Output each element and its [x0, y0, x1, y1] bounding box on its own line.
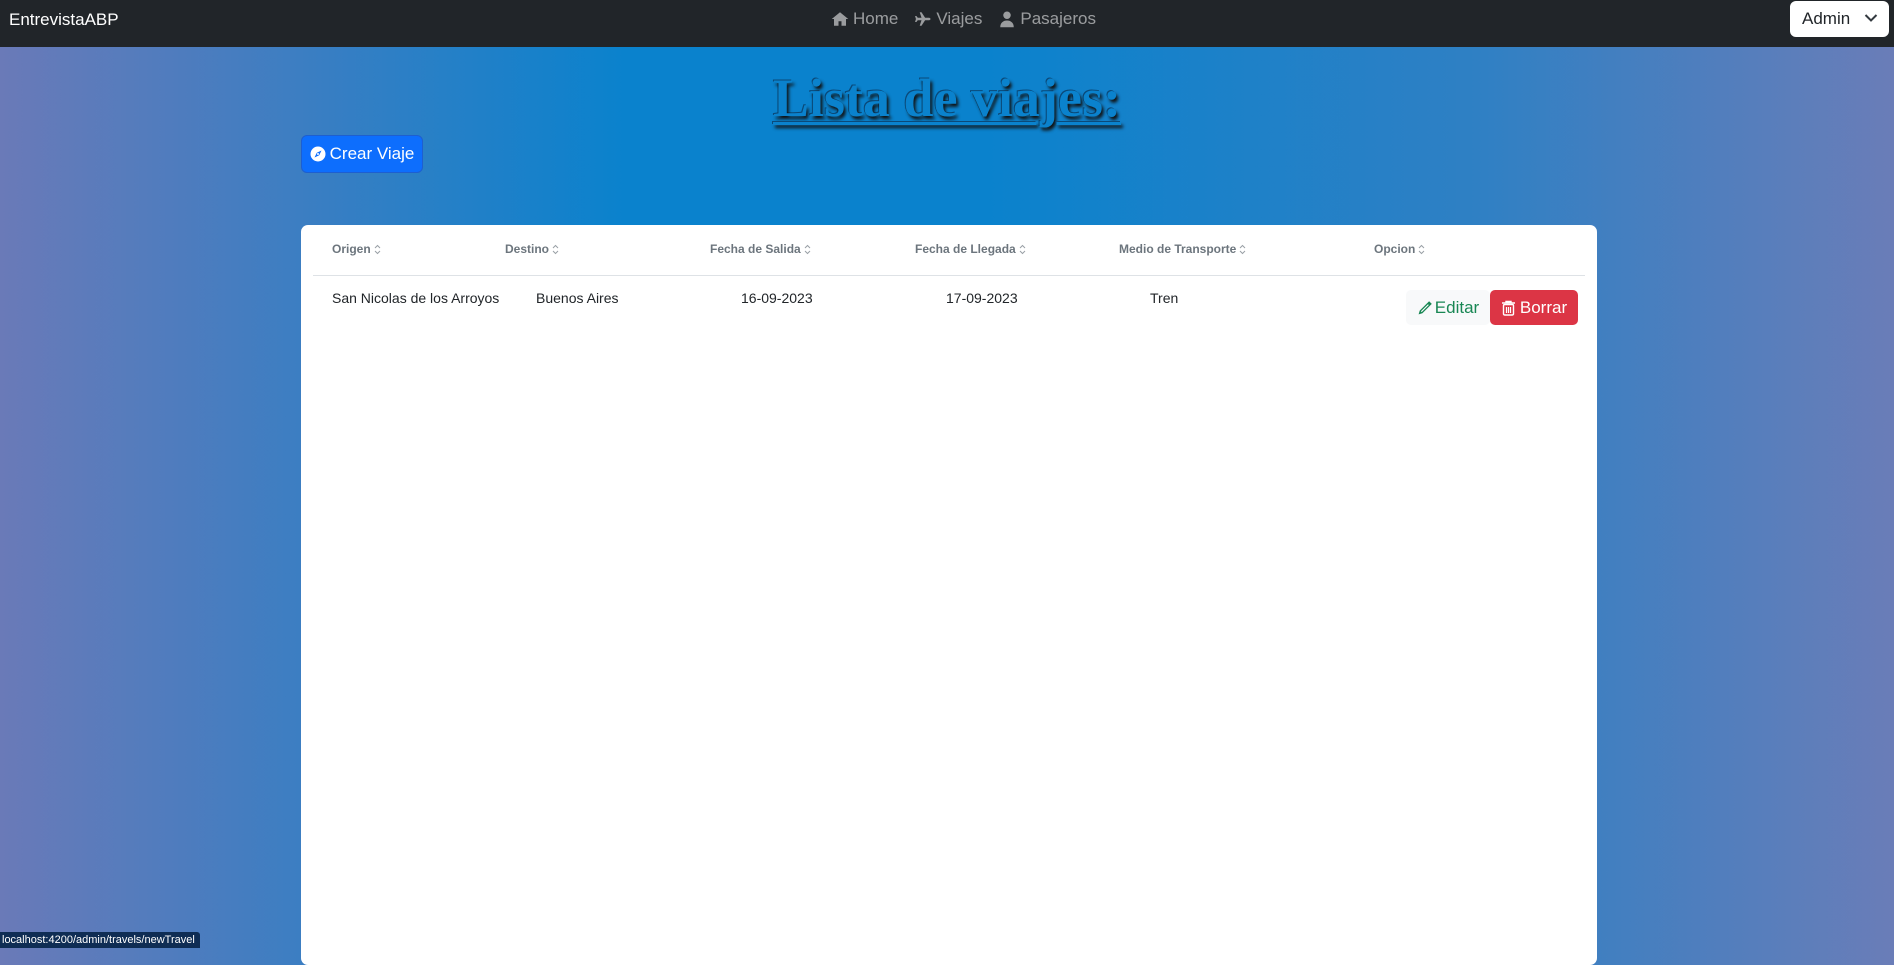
home-icon	[831, 12, 849, 26]
column-label: Opcion	[1374, 242, 1416, 256]
nav-link-label: Home	[853, 9, 899, 28]
cell-destino: Buenos Aires	[536, 290, 619, 306]
column-label: Origen	[332, 242, 371, 256]
table-header-row: Origen Destino Fecha de Salida Fecha de …	[313, 225, 1585, 276]
status-bar-url: localhost:4200/admin/travels/newTravel	[0, 932, 200, 948]
sort-icon	[1019, 244, 1026, 254]
column-header-fecha-llegada[interactable]: Fecha de Llegada	[915, 242, 1026, 256]
user-role-value: Admin	[1802, 9, 1851, 28]
cell-medio: Tren	[1150, 290, 1179, 306]
edit-button[interactable]: Editar	[1406, 290, 1490, 325]
nav-link-viajes[interactable]: Viajes	[914, 9, 982, 29]
main-nav: Home Viajes Pasajeros	[831, 0, 1096, 38]
top-navbar: EntrevistaABP Home Viajes Pasajeros Admi…	[0, 0, 1894, 47]
column-label: Destino	[505, 242, 550, 256]
plane-icon	[915, 12, 931, 26]
page-title: Lista de viajes:	[773, 68, 1121, 128]
pencil-icon	[1418, 300, 1432, 314]
sort-icon	[804, 244, 811, 254]
column-header-medio-transporte[interactable]: Medio de Transporte	[1119, 242, 1246, 256]
user-role-select[interactable]: Admin	[1790, 1, 1889, 37]
cell-fecha-llegada: 17-09-2023	[946, 290, 1018, 306]
cell-origen: San Nicolas de los Arroyos	[332, 290, 500, 306]
sort-icon	[552, 244, 559, 254]
nav-link-pasajeros[interactable]: Pasajeros	[998, 9, 1096, 29]
column-header-fecha-salida[interactable]: Fecha de Salida	[710, 242, 811, 256]
chevron-down-icon	[1864, 14, 1878, 22]
column-header-destino[interactable]: Destino	[505, 242, 559, 256]
nav-link-home[interactable]: Home	[831, 9, 898, 29]
create-travel-label: Crear Viaje	[329, 144, 415, 163]
brand-link[interactable]: EntrevistaABP	[9, 0, 119, 40]
column-header-opcion[interactable]: Opcion	[1374, 242, 1425, 256]
column-label: Medio de Transporte	[1119, 242, 1237, 256]
user-icon	[1000, 11, 1015, 28]
delete-label: Borrar	[1519, 297, 1568, 317]
sort-icon	[1240, 244, 1246, 254]
sort-icon	[1418, 244, 1425, 254]
trash-icon	[1501, 300, 1515, 316]
compass-icon	[310, 146, 326, 162]
sort-icon	[374, 244, 381, 254]
edit-label: Editar	[1434, 297, 1480, 317]
column-label: Fecha de Llegada	[915, 242, 1016, 256]
create-travel-button[interactable]: Crear Viaje	[301, 135, 423, 173]
nav-link-label: Pasajeros	[1020, 9, 1096, 28]
column-label: Fecha de Salida	[710, 242, 801, 256]
cell-fecha-salida: 16-09-2023	[741, 290, 813, 306]
nav-link-label: Viajes	[936, 9, 983, 28]
delete-button[interactable]: Borrar	[1490, 290, 1578, 325]
column-header-origen[interactable]: Origen	[332, 242, 381, 256]
travels-table-card: Origen Destino Fecha de Salida Fecha de …	[301, 225, 1597, 965]
